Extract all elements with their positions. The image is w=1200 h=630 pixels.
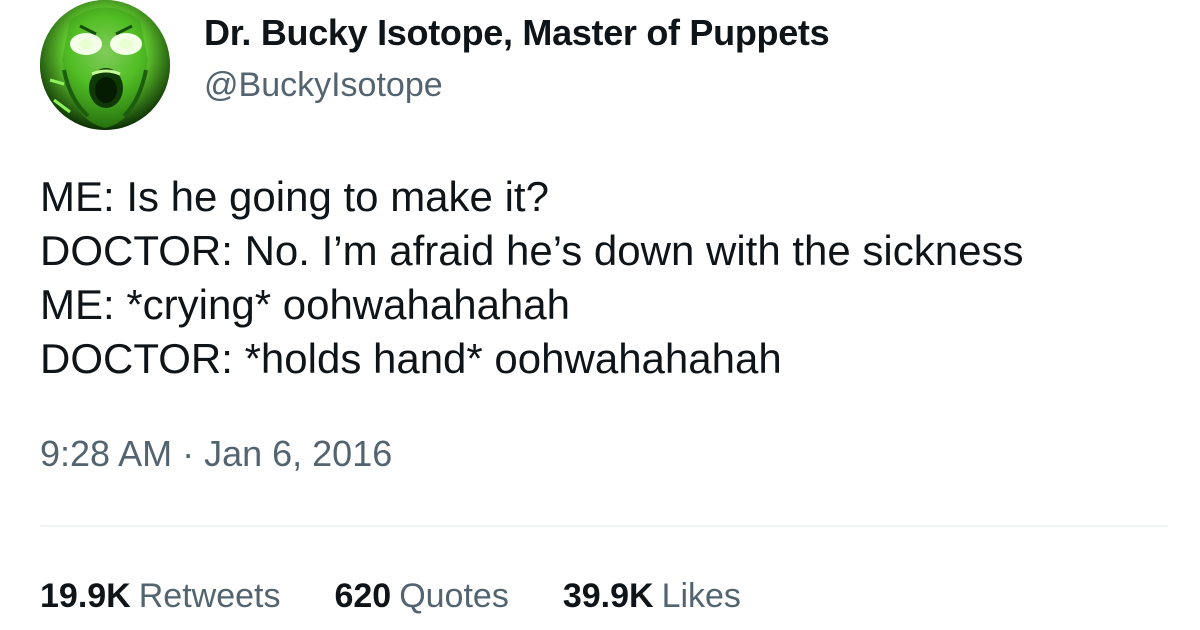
retweets-label: Retweets [138, 577, 281, 615]
likes-count: 39.9K [562, 577, 654, 615]
tweet-line: ME: Is he going to make it? [40, 173, 549, 220]
quotes-label: Quotes [399, 577, 509, 615]
author-display-name[interactable]: Dr. Bucky Isotope, Master of Puppets [204, 12, 830, 54]
retweets-count: 19.9K [40, 577, 131, 615]
retweets-stat[interactable]: 19.9K Retweets [40, 577, 280, 616]
tweet-card: Dr. Bucky Isotope, Master of Puppets @Bu… [0, 0, 1200, 630]
engagement-stats: 19.9K Retweets 620 Quotes 39.9K Likes [40, 577, 741, 616]
quotes-stat[interactable]: 620 Quotes [334, 577, 508, 616]
avatar[interactable] [40, 0, 170, 130]
likes-label: Likes [661, 577, 741, 615]
tweet-timestamp[interactable]: 9:28 AM · Jan 6, 2016 [40, 433, 392, 475]
author-handle[interactable]: @BuckyIsotope [204, 66, 443, 105]
tweet-line: DOCTOR: No. I’m afraid he’s down with th… [40, 227, 1024, 274]
likes-stat[interactable]: 39.9K Likes [563, 577, 741, 616]
tweet-body: ME: Is he going to make it? DOCTOR: No. … [40, 170, 1023, 386]
avatar-face-icon [40, 0, 170, 130]
quotes-count: 620 [334, 577, 392, 615]
tweet-line: ME: *crying* oohwahahahah [40, 281, 571, 328]
tweet-line: DOCTOR: *holds hand* oohwahahahah [40, 335, 782, 382]
divider [40, 525, 1168, 527]
